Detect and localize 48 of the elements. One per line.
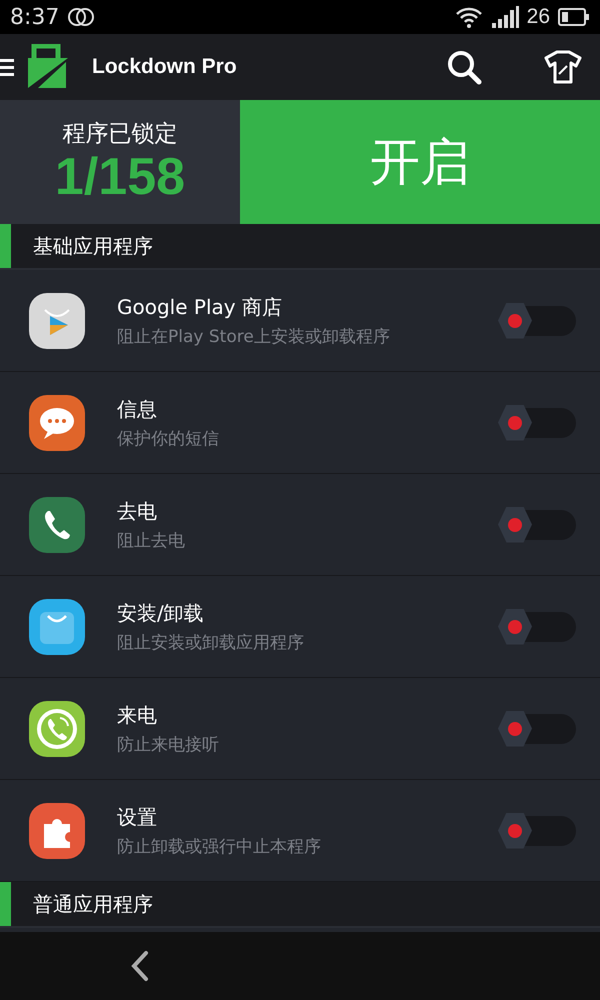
lock-toggle[interactable] xyxy=(500,306,576,336)
app-row[interactable]: 设置 防止卸载或强行中止本程序 xyxy=(0,780,600,882)
app-name: 去电 xyxy=(117,498,158,524)
app-row[interactable]: 去电 阻止去电 xyxy=(0,474,600,576)
section-title: 基础应用程序 xyxy=(33,232,153,260)
phone-icon xyxy=(28,496,86,554)
accent-bar xyxy=(0,224,11,268)
menu-icon[interactable] xyxy=(0,57,14,77)
lock-toggle[interactable] xyxy=(500,714,576,744)
signal-icon xyxy=(490,6,519,28)
app-row[interactable]: 安装/卸载 阻止安装或卸载应用程序 xyxy=(0,576,600,678)
lock-toggle[interactable] xyxy=(500,612,576,642)
app-row[interactable]: 信息 保护你的短信 xyxy=(0,372,600,474)
app-row[interactable]: 来电 防止来电接听 xyxy=(0,678,600,780)
app-name: 来电 xyxy=(117,702,158,728)
app-description: 防止卸载或强行中止本程序 xyxy=(117,836,322,858)
bag-icon xyxy=(28,598,86,656)
t-shirt-icon[interactable] xyxy=(544,50,582,84)
app-name: 安装/卸载 xyxy=(117,600,205,626)
app-description: 防止来电接听 xyxy=(117,734,220,756)
search-icon[interactable] xyxy=(446,49,482,85)
locked-count: 1/158 xyxy=(54,148,186,206)
app-description: 保护你的短信 xyxy=(117,428,220,450)
phone-ringing-icon xyxy=(28,700,86,758)
app-name: 设置 xyxy=(117,804,158,830)
battery-icon xyxy=(558,8,590,26)
app-name: 信息 xyxy=(117,396,158,422)
status-time: 8:37 xyxy=(10,4,60,30)
app-name: Google Play 商店 xyxy=(117,294,283,320)
wifi-icon xyxy=(454,6,483,28)
section-title: 普通应用程序 xyxy=(33,890,153,918)
app-title: Lockdown Pro xyxy=(92,55,237,79)
chat-bubble-icon xyxy=(28,394,86,452)
app-description: 阻止安装或卸载应用程序 xyxy=(117,632,305,654)
app-description: 阻止去电 xyxy=(117,530,186,552)
accent-bar xyxy=(0,882,11,926)
puzzle-icon xyxy=(28,802,86,860)
bag-icon xyxy=(28,292,86,350)
app-row[interactable]: Google Play 商店 阻止在Play Store上安装或卸载程序 xyxy=(0,270,600,372)
app-description: 阻止在Play Store上安装或卸载程序 xyxy=(117,326,391,348)
lock-logo-icon xyxy=(26,44,68,90)
lock-toggle[interactable] xyxy=(500,816,576,846)
lock-toggle[interactable] xyxy=(500,510,576,540)
locked-label: 程序已锁定 xyxy=(62,120,178,149)
battery-level: 26 xyxy=(526,5,550,29)
lock-toggle[interactable] xyxy=(500,408,576,438)
back-icon[interactable] xyxy=(130,950,150,982)
rings-icon xyxy=(67,7,96,27)
